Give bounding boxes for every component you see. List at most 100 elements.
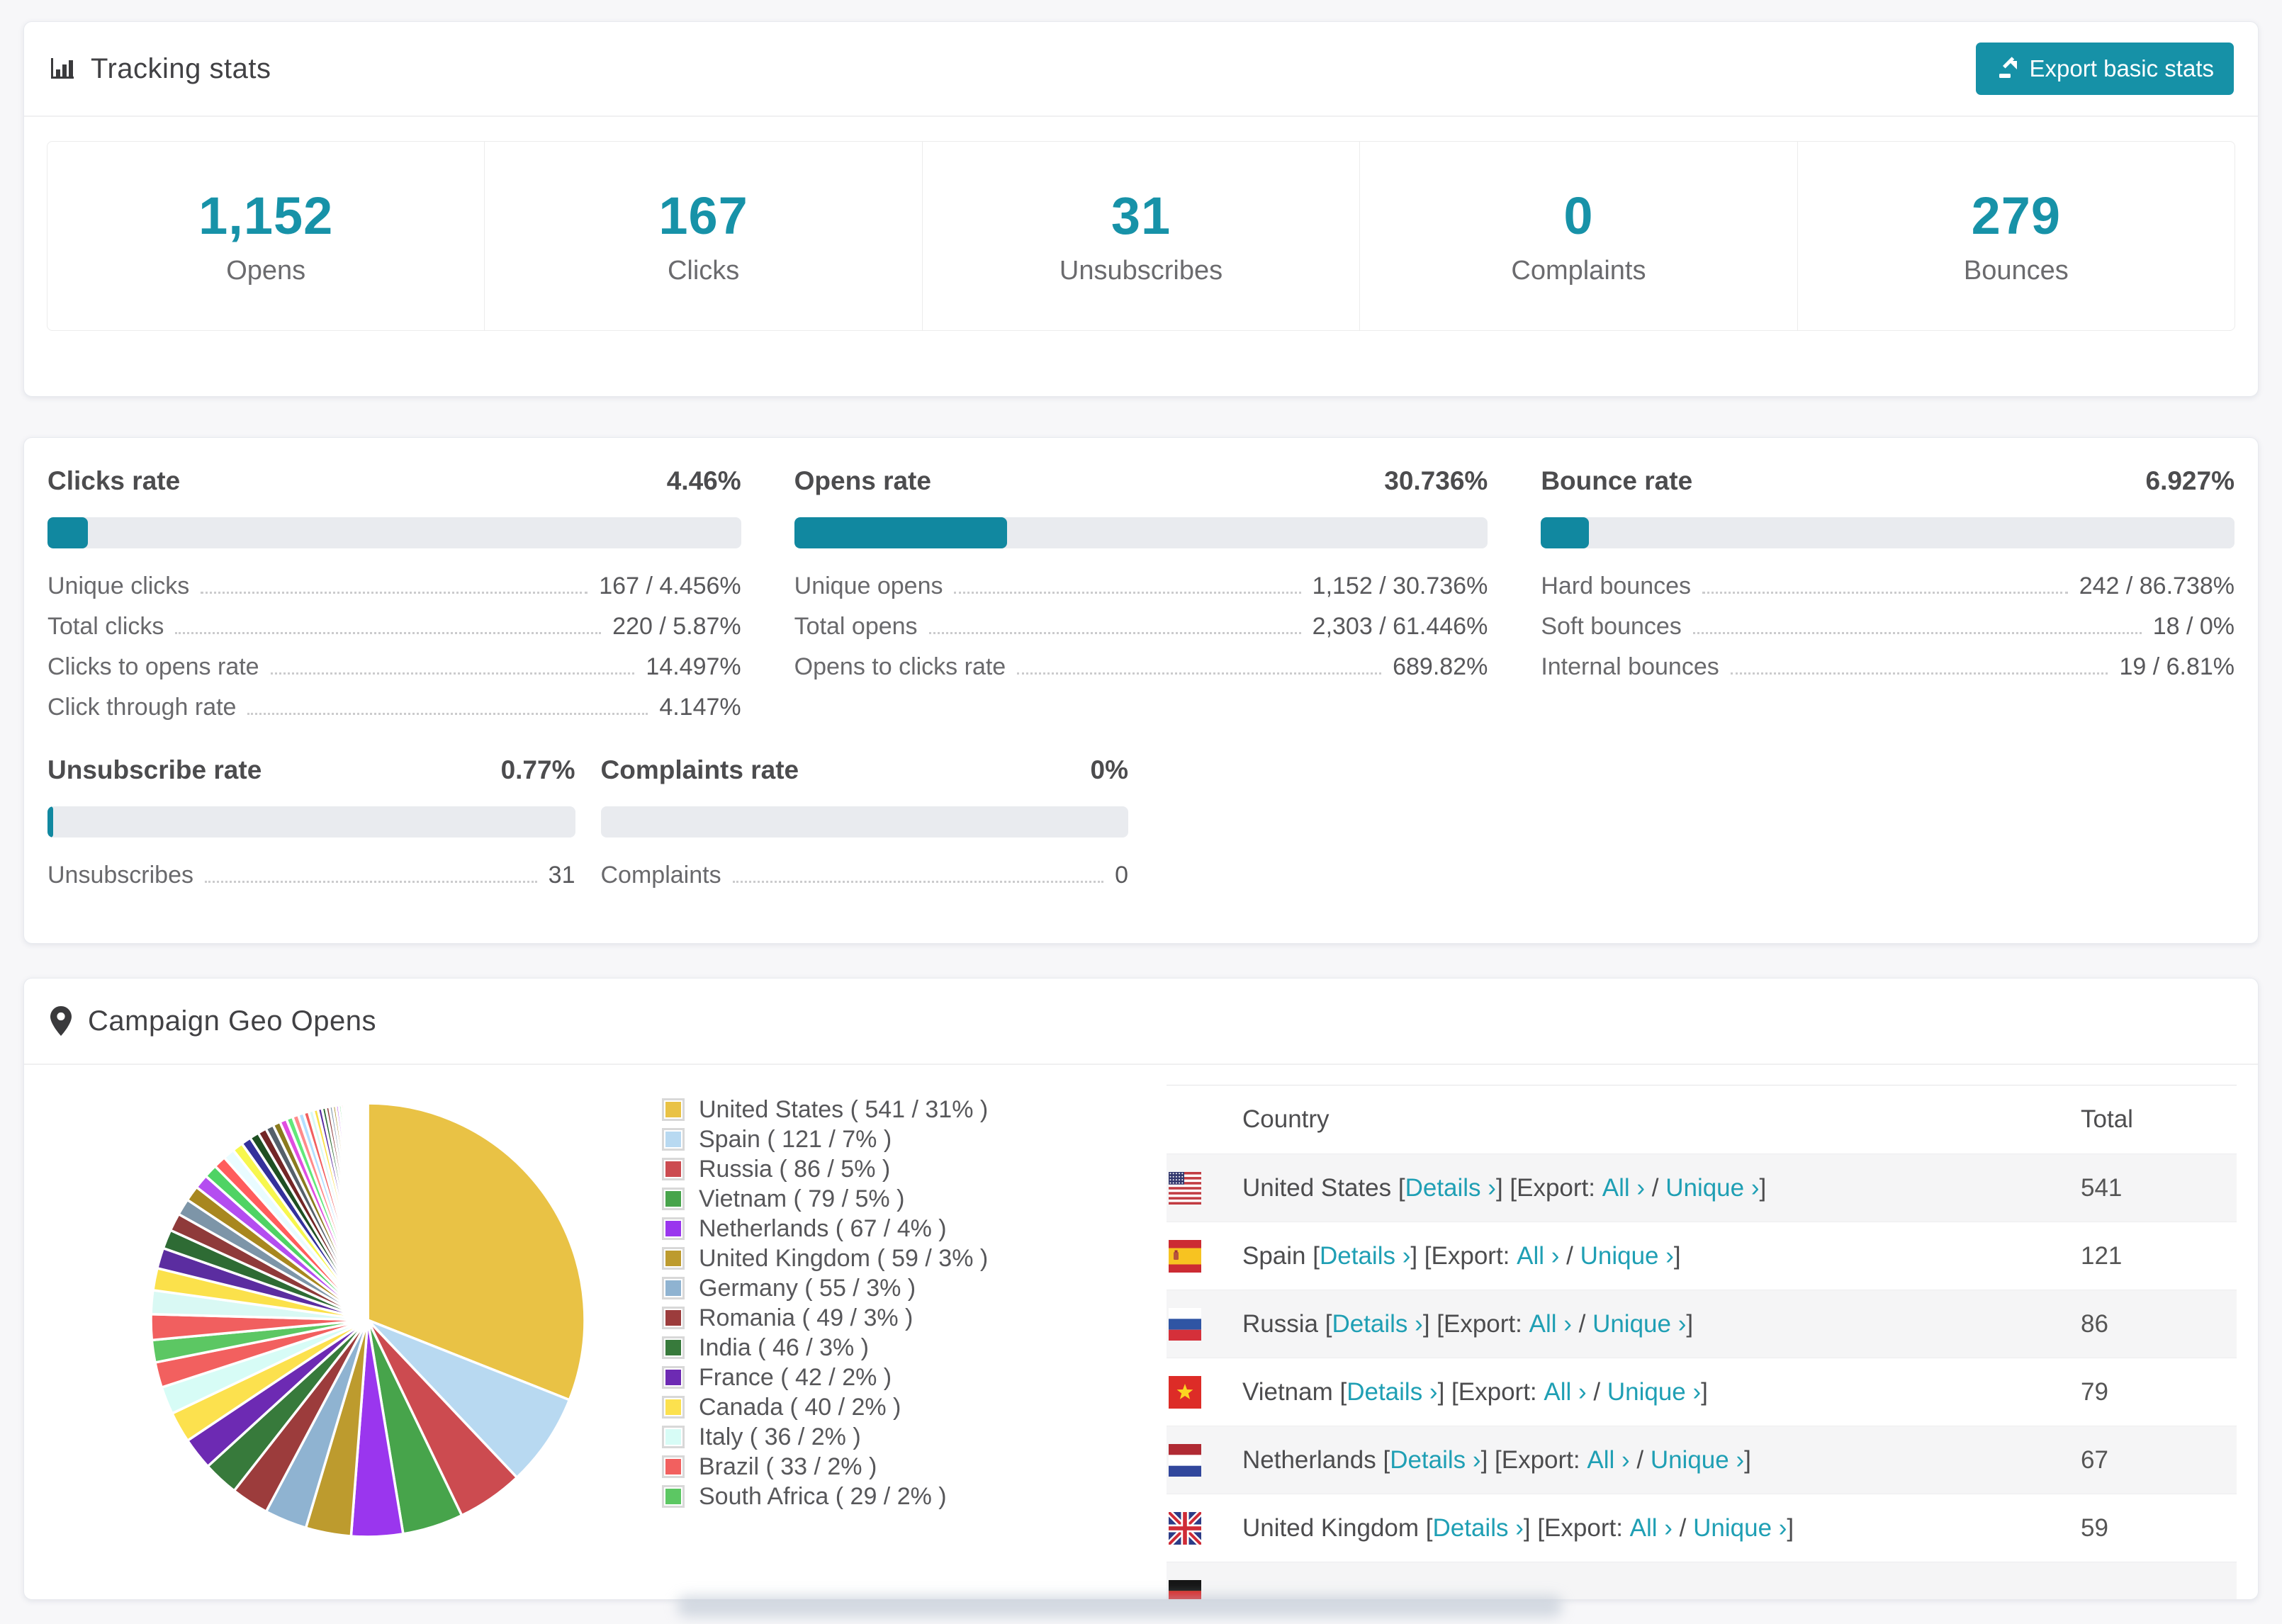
legend-label: South Africa ( 29 / 2% ) [699,1482,947,1510]
legend-swatch [662,1426,685,1448]
details-link[interactable]: Details › [1390,1446,1480,1474]
export-all-link[interactable]: All › [1517,1242,1559,1270]
stat-label: Opens [226,256,306,286]
metric-label: Clicks to opens rate [47,653,259,680]
export-unique-link[interactable]: Unique › [1592,1310,1686,1338]
legend-item-india: India ( 46 / 3% ) [662,1333,988,1363]
legend-item-brazil: Brazil ( 33 / 2% ) [662,1452,988,1482]
legend-swatch [662,1366,685,1389]
legend-label: United States ( 541 / 31% ) [699,1095,989,1123]
metric-label: Total clicks [47,613,164,640]
summary-stat-complaints: 0 Complaints [1359,141,1798,331]
country-flag-us-icon [1169,1171,1201,1205]
metric-label: Unique opens [794,573,943,599]
pie-legend: United States ( 541 / 31% ) Spain ( 121 /… [662,1095,988,1511]
legend-swatch [662,1098,685,1121]
country-name: Spain [1242,1241,1306,1270]
country-flag-gb-icon [1166,1509,1204,1547]
legend-label: Romania ( 49 / 3% ) [699,1304,914,1331]
export-all-link[interactable]: All › [1544,1378,1586,1406]
pie-slice[interactable] [366,1102,369,1321]
legend-swatch [662,1485,685,1508]
export-unique-link[interactable]: Unique › [1651,1446,1744,1474]
campaign-geo-opens-card: Campaign Geo Opens United States ( 541 /… [23,978,2259,1600]
export-all-link[interactable]: All › [1630,1514,1673,1543]
page-title: Tracking stats [91,52,271,84]
rate-progress-fill [794,517,1008,548]
rate-metric-row: Complaints 0 [601,849,1129,889]
rate-metric-row: Unique opens 1,152 / 30.736% [794,560,1488,600]
rate-percent: 6.927% [2145,466,2235,495]
summary-stat-unsubscribes: 31 Unsubscribes [921,141,1361,331]
rate-progress-fill [1541,517,1590,548]
details-link[interactable]: Details › [1332,1310,1422,1338]
rate-title: Complaints rate [600,755,799,784]
legend-swatch [662,1217,685,1240]
geo-country-table: Country Total United States [Details ›] … [1166,1085,2237,1599]
details-link[interactable]: Details › [1347,1378,1437,1406]
country-total: 67 [2081,1445,2108,1474]
details-link[interactable]: Details › [1405,1174,1496,1202]
country-row-vietnam: Vietnam [Details ›] [Export: All › / Uni… [1167,1358,2237,1426]
stat-label: Unsubscribes [1059,256,1223,286]
legend-swatch [662,1336,685,1359]
dotted-leader [1017,672,1382,675]
rate-title: Unsubscribe rate [47,755,262,784]
legend-label: Spain ( 121 / 7% ) [699,1125,892,1153]
export-basic-stats-button[interactable]: Export basic stats [1975,43,2234,95]
summary-stats-row: 1,152 Opens 167 Clicks 31 Unsubscribes 0 Compla… [47,141,2236,331]
dotted-leader [954,592,1301,594]
rate-metric-row: Soft bounces 18 / 0% [1541,600,2235,641]
rate-panel-unsubscribe-rate: Unsubscribe rate 0.77% Unsubscribes 31 [47,755,575,889]
country-flag-ru-icon [1169,1307,1201,1341]
country-name: United Kingdom [1242,1513,1420,1542]
legend-swatch [662,1277,685,1299]
dotted-leader [1692,632,2142,634]
rate-panel-bounce-rate: Bounce rate 6.927% Hard bounces 242 / 86.73… [1541,466,2235,721]
export-all-link[interactable]: All › [1587,1446,1629,1474]
export-button-label: Export basic stats [2029,55,2214,81]
legend-item-canada: Canada ( 40 / 2% ) [662,1392,988,1422]
legend-swatch [662,1188,685,1210]
dotted-leader [1702,592,2068,594]
country-row-united-kingdom: United Kingdom [Details ›] [Export: All … [1166,1494,2237,1562]
details-link[interactable]: Details › [1433,1514,1524,1543]
legend-label: Italy ( 36 / 2% ) [699,1423,861,1450]
export-all-link[interactable]: All › [1529,1310,1572,1338]
country-flag-nl-icon [1169,1443,1201,1477]
metric-value: 0 [1115,862,1128,889]
metric-label: Internal bounces [1541,653,1719,680]
metric-label: Complaints [600,862,721,889]
legend-label: Russia ( 86 / 5% ) [699,1155,891,1183]
details-link[interactable]: Details › [1320,1242,1410,1270]
dotted-leader [247,713,648,715]
rates-card: Clicks rate 4.46% Unique clicks 167 / 4.456… [23,437,2259,944]
export-unique-link[interactable]: Unique › [1693,1514,1787,1543]
stat-value: 279 [1971,186,2062,245]
country-row-russia: Russia [Details ›] [Export: All › / Uniq… [1167,1290,2237,1358]
stat-value: 167 [658,186,748,245]
geo-opens-pie-chart [150,1102,586,1538]
metric-label: Opens to clicks rate [794,653,1006,680]
country-name: United States [1242,1173,1392,1202]
rate-progress-track [47,806,575,838]
summary-stat-clicks: 167 Clicks [484,141,923,331]
tracking-stats-header: Tracking stats Export basic stats [24,22,2258,115]
legend-item-russia: Russia ( 86 / 5% ) [662,1154,988,1184]
rate-progress-track [600,806,1128,838]
country-name: Russia [1242,1309,1318,1338]
dotted-leader [270,672,635,675]
rate-metric-row: Unique clicks 167 / 4.456% [47,560,741,600]
rate-progress-track [794,517,1488,548]
rates-row-1: Clicks rate 4.46% Unique clicks 167 / 4.456… [24,438,2258,721]
country-row-united-states: United States [Details ›] [Export: All ›… [1167,1154,2237,1222]
rate-percent: 0.77% [500,755,575,784]
export-unique-link[interactable]: Unique › [1580,1242,1674,1270]
legend-item-united-kingdom: United Kingdom ( 59 / 3% ) [662,1244,988,1273]
export-all-link[interactable]: All › [1602,1174,1645,1202]
rate-metric-row: Clicks to opens rate 14.497% [47,641,741,681]
rate-metric-row: Internal bounces 19 / 6.81% [1541,641,2235,681]
export-unique-link[interactable]: Unique › [1665,1174,1759,1202]
rate-metric-row: Hard bounces 242 / 86.738% [1541,560,2235,600]
export-unique-link[interactable]: Unique › [1607,1378,1701,1406]
